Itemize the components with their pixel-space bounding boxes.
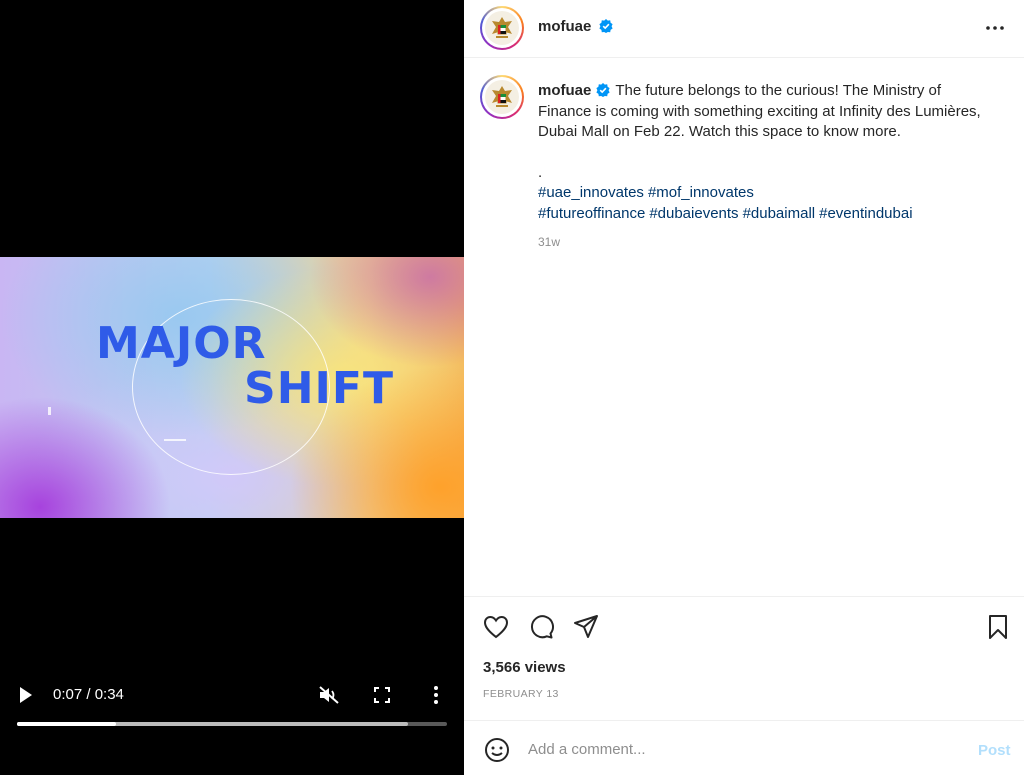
- hashtag-link[interactable]: #uae_innovates: [538, 184, 644, 201]
- verified-badge-icon: [599, 19, 613, 33]
- username-link[interactable]: mofuae: [538, 18, 591, 35]
- post-details-panel: mofuae mofuae The future belongs to the …: [464, 0, 1024, 775]
- verified-badge-icon: [596, 83, 610, 97]
- comment-input[interactable]: [528, 735, 958, 763]
- bookmark-icon[interactable]: [984, 613, 1012, 641]
- mute-icon[interactable]: [318, 685, 340, 705]
- header-username-wrap: mofuae: [538, 18, 613, 36]
- avatar[interactable]: [480, 6, 524, 50]
- caption-section: mofuae The future belongs to the curious…: [464, 59, 1024, 595]
- play-icon[interactable]: [18, 686, 34, 704]
- avatar[interactable]: [480, 75, 524, 119]
- caption-text: mofuae The future belongs to the curious…: [538, 81, 998, 253]
- emoji-icon[interactable]: [484, 737, 510, 763]
- caption-separator: .: [538, 163, 543, 181]
- action-bar: 3,566 views FEBRUARY 13: [464, 596, 1024, 719]
- share-icon[interactable]: [572, 613, 600, 641]
- comment-composer: Post: [464, 720, 1024, 775]
- hashtag-link[interactable]: #eventindubai: [819, 205, 912, 222]
- hashtag-line: #futureoffinance #dubaievents #dubaimall #e…: [538, 204, 998, 225]
- video-decoration: [164, 439, 186, 441]
- post-comment-button[interactable]: Post: [978, 742, 1011, 759]
- more-options-icon[interactable]: [984, 18, 1006, 38]
- post-header: mofuae: [464, 0, 1024, 58]
- hashtag-link[interactable]: #mof_innovates: [648, 184, 754, 201]
- hashtag-link[interactable]: #dubaimall: [743, 205, 816, 222]
- view-count[interactable]: 3,566 views: [483, 659, 566, 676]
- hashtag-link[interactable]: #dubaievents: [649, 205, 738, 222]
- more-vertical-icon[interactable]: [430, 685, 442, 705]
- video-time: 0:07 / 0:34: [53, 686, 124, 703]
- post-modal: MAJOR SHIFT 0:07 / 0:34 mofuae mofuae Th…: [0, 0, 1024, 775]
- hashtag-line: #uae_innovates #mof_innovates: [538, 183, 998, 204]
- post-date[interactable]: FEBRUARY 13: [483, 688, 559, 700]
- video-decoration: [48, 407, 51, 415]
- video-player[interactable]: MAJOR SHIFT 0:07 / 0:34: [0, 0, 464, 775]
- emblem-logo-icon: [492, 17, 512, 38]
- video-progress-fill: [17, 722, 116, 726]
- emblem-logo-icon: [492, 86, 512, 107]
- caption-age[interactable]: 31w: [538, 232, 998, 253]
- heart-icon[interactable]: [482, 613, 510, 641]
- video-frame[interactable]: MAJOR SHIFT: [0, 257, 464, 518]
- comment-icon[interactable]: [527, 613, 555, 641]
- video-progress-bar[interactable]: [17, 722, 447, 726]
- fullscreen-icon[interactable]: [373, 686, 391, 704]
- hashtag-link[interactable]: #futureoffinance: [538, 205, 645, 222]
- caption-username[interactable]: mofuae: [538, 82, 591, 99]
- video-title-line1: MAJOR: [96, 318, 267, 369]
- video-title-line2: SHIFT: [244, 363, 394, 414]
- video-controls: 0:07 / 0:34: [0, 672, 464, 732]
